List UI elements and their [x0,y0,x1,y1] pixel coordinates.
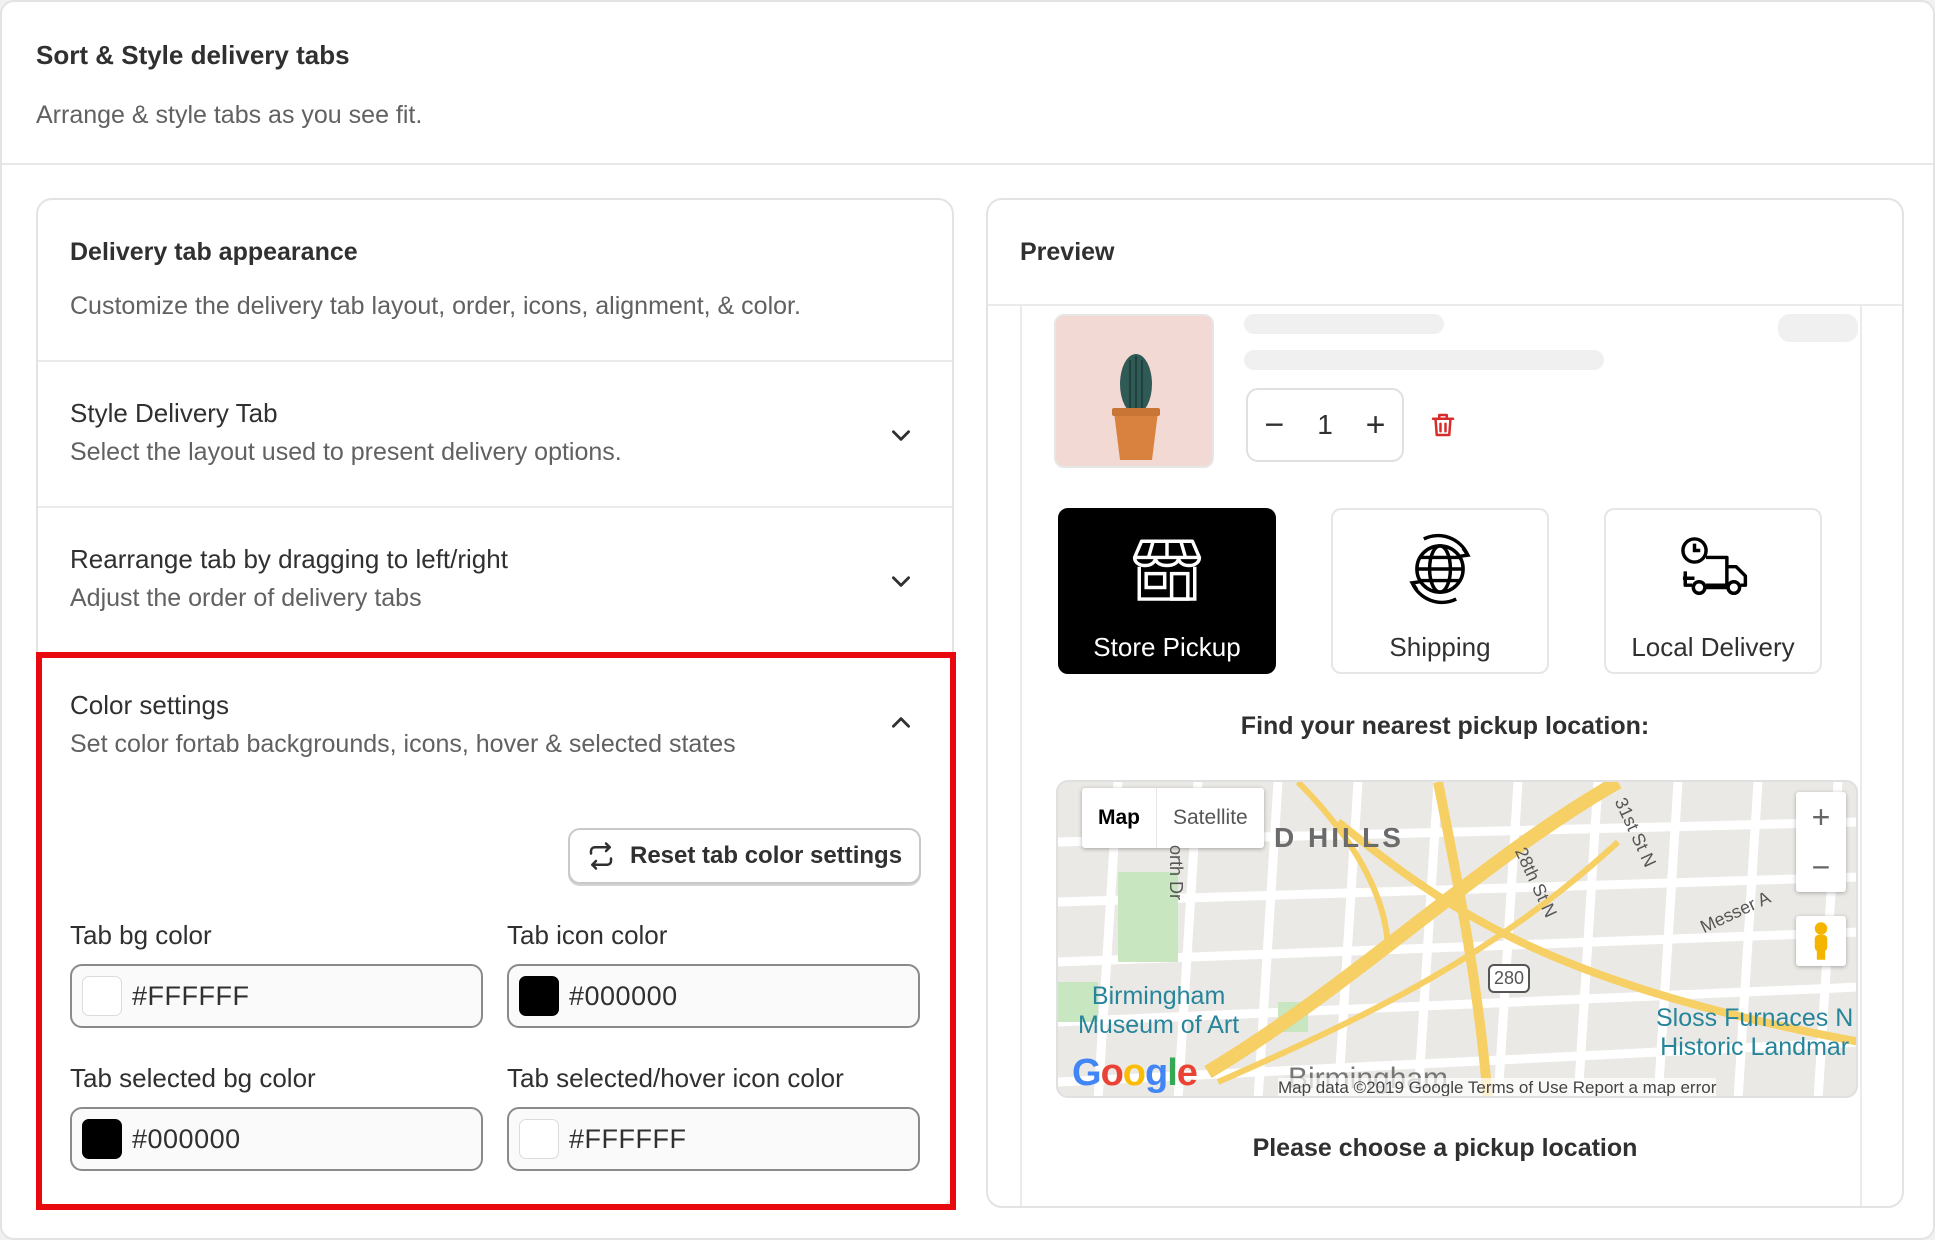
preview-title: Preview [1020,238,1115,266]
map-zoom-control: + − [1796,792,1846,892]
reset-button-label: Reset tab color settings [630,842,903,869]
skeleton-price [1778,314,1858,342]
accordion-style-delivery-tab[interactable]: Style Delivery Tab Select the layout use… [38,362,952,508]
color-swatch[interactable] [82,1119,122,1159]
accordion-rearrange-tabs[interactable]: Rearrange tab by dragging to left/right … [38,508,952,654]
map-type-satellite[interactable]: Satellite [1156,788,1264,848]
increase-button[interactable]: + [1366,408,1386,442]
tab-selected-bg-color-field[interactable]: #000000 [70,1107,483,1171]
chevron-down-icon[interactable] [888,568,914,594]
map-street-label: orth Dr [1166,844,1187,901]
accordion-title: Rearrange tab by dragging to left/right [70,544,508,574]
preview-header: Preview [988,200,1902,306]
appearance-description: Customize the delivery tab layout, order… [70,292,801,320]
quantity-value: 1 [1317,409,1333,440]
color-swatch[interactable] [519,976,559,1016]
map-poi-sloss[interactable]: Sloss Furnaces N Historic Landmar [1656,1004,1853,1062]
accordion-description: Set color fortab backgrounds, icons, hov… [70,730,736,758]
tab-label: Local Delivery [1631,632,1795,662]
tab-bg-color-field[interactable]: #FFFFFF [70,964,483,1028]
appearance-panel: Delivery tab appearance Customize the de… [36,198,954,1208]
chevron-up-icon[interactable] [888,710,914,736]
tab-store-pickup[interactable]: Store Pickup [1058,508,1276,674]
page-subtitle: Arrange & style tabs as you see fit. [36,101,423,129]
tab-label: Store Pickup [1093,632,1241,662]
preview-panel: Preview − 1 + Store Pickup Shipping Loca… [986,198,1904,1208]
divider [2,163,1933,165]
accordion-title: Style Delivery Tab [70,398,278,428]
delivery-truck-icon [1681,537,1748,596]
color-value: #000000 [132,1123,241,1154]
tab-selected-bg-color-label: Tab selected bg color [70,1063,316,1093]
zoom-out-button[interactable]: − [1796,842,1846,892]
trash-icon[interactable] [1428,410,1458,440]
appearance-header: Delivery tab appearance Customize the de… [38,200,952,362]
color-value: #000000 [569,980,678,1011]
tab-icon-color-label: Tab icon color [507,920,668,950]
chevron-down-icon[interactable] [888,422,914,448]
highway-shield: 280 [1488,964,1531,993]
skeleton-line [1244,350,1604,370]
find-location-title: Find your nearest pickup location: [1240,712,1650,740]
map-type-control: Map Satellite [1082,788,1264,848]
map-type-map[interactable]: Map [1082,788,1156,848]
map-attribution[interactable]: Map data ©2019 Google Terms of Use Repor… [1278,1078,1717,1096]
choose-location-text: Please choose a pickup location [1252,1134,1638,1162]
tab-icon-color-field[interactable]: #000000 [507,964,920,1028]
globe-icon [1409,533,1471,605]
tab-selected-hover-icon-color-field[interactable]: #FFFFFF [507,1107,920,1171]
google-logo: Google [1072,1052,1198,1094]
color-value: #FFFFFF [569,1123,687,1154]
reset-color-settings-button[interactable]: Reset tab color settings [568,828,921,884]
color-swatch[interactable] [519,1119,559,1159]
accordion-title[interactable]: Color settings [70,690,229,721]
appearance-title: Delivery tab appearance [70,238,358,266]
zoom-in-button[interactable]: + [1796,792,1846,842]
map-view[interactable]: Map Satellite D HILLS 31st St N 28th St … [1056,780,1858,1098]
map-area-label: D HILLS [1274,822,1404,853]
decrease-button[interactable]: − [1264,408,1284,442]
page-title: Sort & Style delivery tabs [36,40,350,70]
settings-card: Sort & Style delivery tabs Arrange & sty… [0,0,1935,1240]
refresh-icon [589,842,613,870]
quantity-stepper: − 1 + [1246,388,1404,462]
tab-bg-color-label: Tab bg color [70,920,212,950]
color-value: #FFFFFF [132,980,250,1011]
color-swatch[interactable] [82,976,122,1016]
tab-local-delivery[interactable]: Local Delivery [1604,508,1822,674]
tab-selected-hover-icon-color-label: Tab selected/hover icon color [507,1063,844,1093]
street-view-pegman-icon[interactable] [1796,916,1846,966]
map-poi-museum[interactable]: Birmingham Museum of Art [1078,982,1239,1040]
accordion-description: Select the layout used to present delive… [70,438,622,466]
store-icon [1132,539,1202,601]
tab-label: Shipping [1389,632,1491,662]
tab-shipping[interactable]: Shipping [1331,508,1549,674]
page-header: Sort & Style delivery tabs Arrange & sty… [36,40,422,130]
accordion-description: Adjust the order of delivery tabs [70,584,422,612]
product-image [1054,314,1214,468]
skeleton-line [1244,314,1444,334]
